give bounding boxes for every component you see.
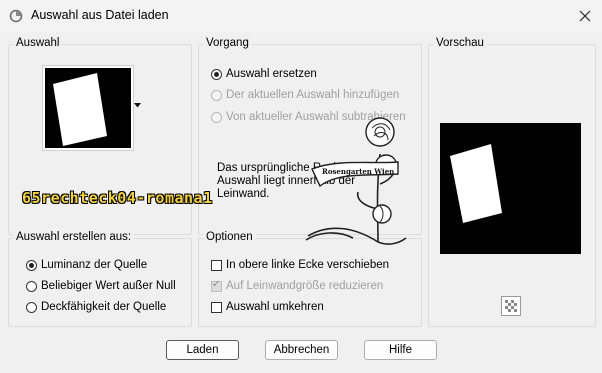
vorgang-group-title: Vorgang [203,37,252,49]
app-icon [9,9,23,23]
logo-text: Rosengarten Wien [322,167,394,176]
radio-label: Der aktuellen Auswahl hinzufügen [226,89,400,101]
vorschau-group-title: Vorschau [433,37,487,49]
preview-shape [450,144,502,223]
preview-canvas [440,123,581,254]
rotated-rectangle-thumbnail [45,68,131,148]
transparency-checker-icon[interactable] [501,296,521,316]
checkbox-label: Auswahl umkehren [226,301,324,313]
title-bar: Auswahl aus Datei laden [0,0,602,32]
window-title: Auswahl aus Datei laden [31,8,169,22]
cancel-button[interactable]: Abbrechen [265,340,338,360]
radio-indicator [26,301,37,313]
checkbox-box [211,259,222,271]
triangle-down-icon[interactable] [134,103,141,108]
auswahl-erstellen-group-title: Auswahl erstellen aus: [13,231,135,243]
watermark-text: 65rechteck04-romana1 [22,189,213,207]
radio-beliebiger-wert[interactable]: Beliebiger Wert außer Null [26,280,176,292]
close-icon [579,10,591,22]
auswahl-group-title: Auswahl [13,37,63,49]
radio-auswahl-ersetzen[interactable]: Auswahl ersetzen [211,68,317,80]
radio-label: Luminanz der Quelle [41,259,148,271]
checkbox-leinwandgroesse[interactable]: Auf Leinwandgröße reduzieren [211,279,384,292]
radio-indicator [211,68,222,80]
vorschau-group: Vorschau [428,37,596,327]
checkbox-label: Auf Leinwandgröße reduzieren [226,280,384,292]
radio-indicator [26,280,37,292]
radio-luminanz[interactable]: Luminanz der Quelle [26,259,147,271]
checkbox-obere-linke-ecke[interactable]: In obere linke Ecke verschieben [211,259,389,271]
rose-logo-overlay: Rosengarten Wien [305,117,407,245]
radio-indicator [211,111,222,123]
radio-indicator [211,89,222,101]
help-button[interactable]: Hilfe [364,340,437,360]
radio-indicator [26,259,37,271]
optionen-group-title: Optionen [203,231,256,243]
radio-deckfaehigkeit[interactable]: Deckfähigkeit der Quelle [26,301,166,313]
selection-thumbnail[interactable] [42,65,134,151]
radio-auswahl-hinzufuegen[interactable]: Der aktuellen Auswahl hinzufügen [211,89,399,101]
checkbox-box [211,279,222,292]
checkbox-box [211,301,222,313]
close-button[interactable] [571,4,599,28]
radio-label: Deckfähigkeit der Quelle [41,301,167,313]
dialog-client: Auswahl Vorgang Auswahl ersetzen Der akt… [0,32,602,373]
radio-label: Beliebiger Wert außer Null [41,280,176,292]
radio-label: Auswahl ersetzen [226,68,317,80]
checkbox-auswahl-umkehren[interactable]: Auswahl umkehren [211,301,324,313]
load-button[interactable]: Laden [166,340,239,360]
checkbox-label: In obere linke Ecke verschieben [226,259,390,271]
auswahl-erstellen-group: Auswahl erstellen aus: Luminanz der Quel… [8,231,192,327]
